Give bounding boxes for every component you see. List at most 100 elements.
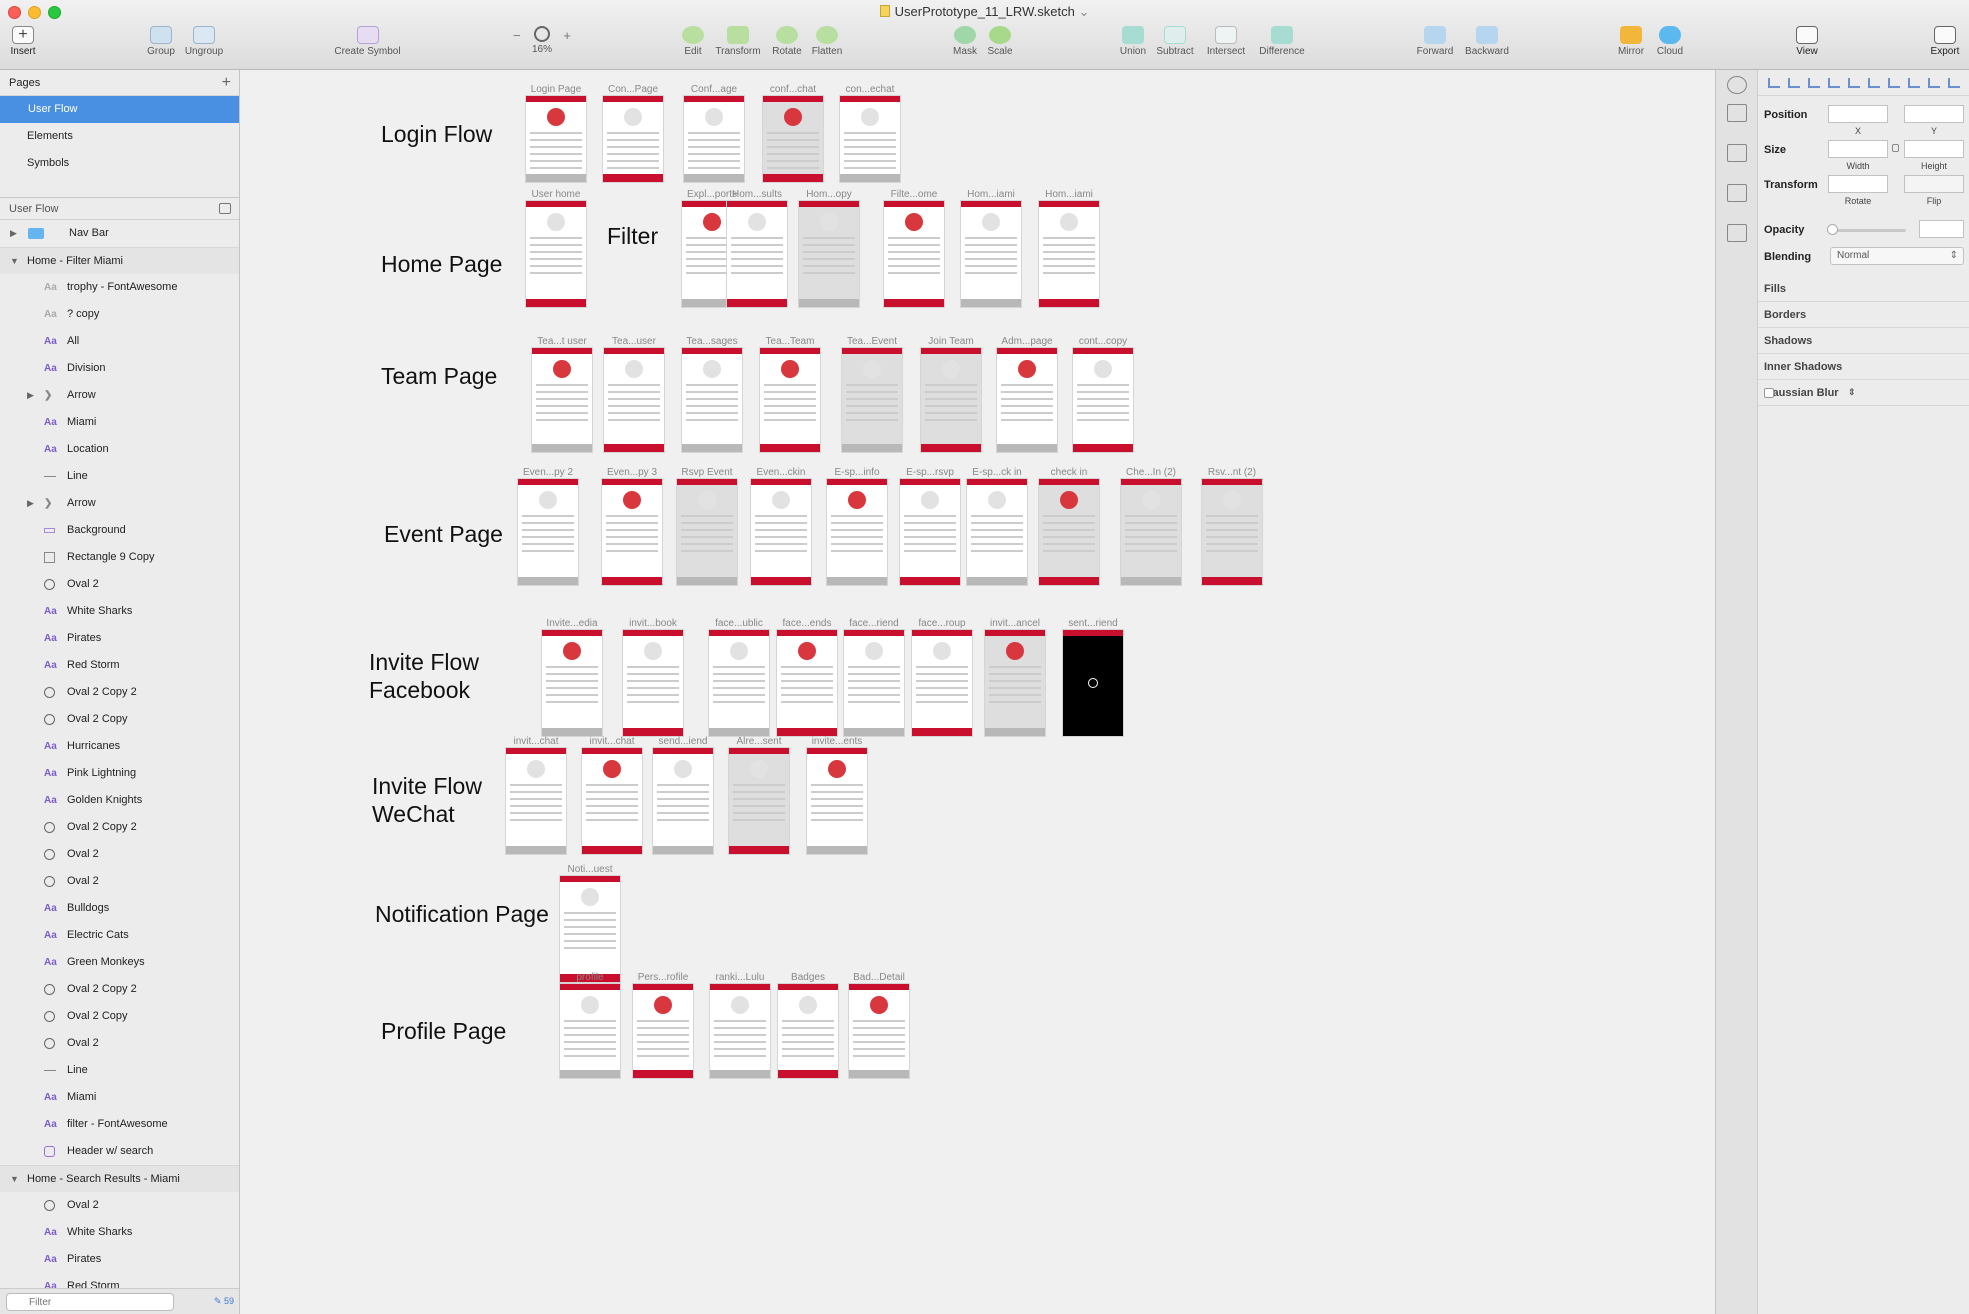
artboard-thumbnail[interactable] [582,748,642,854]
artboard-thumbnail[interactable] [763,96,823,182]
artboard-label[interactable]: send...iend [647,736,719,747]
section-title-event[interactable]: Event Page [384,520,503,548]
layer-row[interactable]: ▼ Home - Search Results - Miami [0,1165,239,1192]
disclosure-triangle-icon[interactable]: ▶ [10,220,19,247]
layer-row[interactable]: ▶ ❯ Arrow [0,490,239,517]
layer-row[interactable]: Aa White Sharks [0,1219,239,1246]
artboard-label[interactable]: face...ublic [703,618,775,629]
artboard-thumbnail[interactable] [961,201,1021,307]
symbol-override-icon[interactable] [1727,224,1747,242]
layer-row[interactable]: Aa All [0,328,239,355]
align-icon[interactable] [1888,78,1900,88]
artboard-label[interactable]: Noti...uest [554,864,626,875]
flatten-button[interactable]: Flatten [809,26,845,57]
artboard-label[interactable]: E-sp...rsvp [894,467,966,478]
artboard-thumbnail[interactable] [653,748,713,854]
artboard-thumbnail[interactable] [751,479,811,585]
align-icon[interactable] [1768,78,1780,88]
layer-row[interactable]: Line [0,1057,239,1084]
artboard-label[interactable]: Invite...edia [536,618,608,629]
artboard-label[interactable]: Tea...user [598,336,670,347]
artboard-thumbnail[interactable] [604,348,664,452]
x-field[interactable] [1828,105,1888,123]
artboard-thumbnail[interactable] [844,630,904,736]
artboard-thumbnail[interactable] [682,348,742,452]
artboard-label[interactable]: Even...py 2 [512,467,584,478]
gaussian-blur-section[interactable]: Gaussian Blur ⇕ [1758,380,1969,406]
artboard-label[interactable]: Hom...sults [721,189,793,200]
artboard-thumbnail[interactable] [1121,479,1181,585]
artboard-thumbnail[interactable] [623,630,683,736]
zoom-in-button[interactable]: + [563,28,571,43]
artboard-thumbnail[interactable] [842,348,902,452]
rotate-button[interactable]: Rotate [769,26,805,57]
section-title-notif[interactable]: Notification Page [375,900,549,928]
canvas[interactable]: Login Flow Home Page Filter Team Page Event … [241,70,1715,1314]
align-icon[interactable] [1828,78,1840,88]
layer-row[interactable]: Aa Miami [0,409,239,436]
artboard-label[interactable]: Join Team [915,336,987,347]
align-icon[interactable] [1788,78,1800,88]
artboard-thumbnail[interactable] [526,201,586,307]
artboard-label[interactable]: invit...chat [576,736,648,747]
layer-row[interactable]: Aa Division [0,355,239,382]
layer-row[interactable]: Aa Electric Cats [0,922,239,949]
text-style-icon[interactable] [1727,184,1747,202]
layer-row[interactable]: Line [0,463,239,490]
insert-button[interactable]: + Insert [8,26,38,57]
artboard-label[interactable]: face...riend [838,618,910,629]
difference-button[interactable]: Difference [1254,26,1310,57]
layer-row[interactable]: Aa Green Monkeys [0,949,239,976]
artboard-label[interactable]: Hom...iami [1033,189,1105,200]
layer-row[interactable]: Oval 2 Copy 2 [0,814,239,841]
artboard-label[interactable]: invit...ancel [979,618,1051,629]
artboard-label[interactable]: Tea...Team [754,336,826,347]
artboard-thumbnail[interactable] [799,201,859,307]
disclosure-triangle-icon[interactable]: ▶ [27,490,36,517]
artboard-label[interactable]: Tea...sages [676,336,748,347]
mirror-button[interactable]: Mirror [1614,26,1648,57]
view-button[interactable]: View [1792,26,1822,57]
artboard-thumbnail[interactable] [760,348,820,452]
align-icon[interactable] [1928,78,1940,88]
layer-row[interactable]: Aa Red Storm [0,652,239,679]
artboard-thumbnail[interactable] [729,748,789,854]
artboard-thumbnail[interactable] [633,984,693,1078]
artboard-thumbnail[interactable] [921,348,981,452]
layer-row[interactable]: Oval 2 Copy [0,706,239,733]
artboard-thumbnail[interactable] [900,479,960,585]
artboard-label[interactable]: face...roup [906,618,978,629]
align-icon[interactable] [1948,78,1960,88]
artboard-label[interactable]: Filte...ome [878,189,950,200]
align-icon[interactable] [1808,78,1820,88]
edit-button[interactable]: Edit [680,26,706,57]
layer-row[interactable]: Aa Bulldogs [0,895,239,922]
layer-row[interactable]: Aa Pirates [0,1246,239,1273]
layer-row[interactable]: Header w/ search [0,1138,239,1165]
artboard-thumbnail[interactable] [710,984,770,1078]
layer-row[interactable]: Aa Hurricanes [0,733,239,760]
artboard-thumbnail[interactable] [1073,348,1133,452]
artboard-label[interactable]: Hom...iami [955,189,1027,200]
artboard-thumbnail[interactable] [912,630,972,736]
layer-row[interactable]: Aa ? copy [0,301,239,328]
layer-row[interactable]: Aa Pirates [0,625,239,652]
share-icon[interactable] [1727,104,1747,122]
artboard-label[interactable]: conf...chat [757,84,829,95]
artboard-label[interactable]: con...echat [834,84,906,95]
shadows-section[interactable]: Shadows [1758,328,1969,354]
artboard-label[interactable]: Pers...rofile [627,972,699,983]
artboard-thumbnail[interactable] [1063,630,1123,736]
height-field[interactable] [1904,140,1964,158]
zoom-out-button[interactable]: − [513,28,521,43]
artboard-thumbnail[interactable] [677,479,737,585]
artboard-label[interactable]: invit...chat [500,736,572,747]
layer-row[interactable]: Rectangle 9 Copy [0,544,239,571]
artboard-thumbnail[interactable] [518,479,578,585]
union-button[interactable]: Union [1118,26,1148,57]
artboard-thumbnail[interactable] [778,984,838,1078]
title-chevron-icon[interactable]: ⌄ [1078,4,1089,19]
artboard-thumbnail[interactable] [777,630,837,736]
artboard-label[interactable]: Con...Page [597,84,669,95]
zoom-control[interactable]: − +16% [513,26,571,55]
